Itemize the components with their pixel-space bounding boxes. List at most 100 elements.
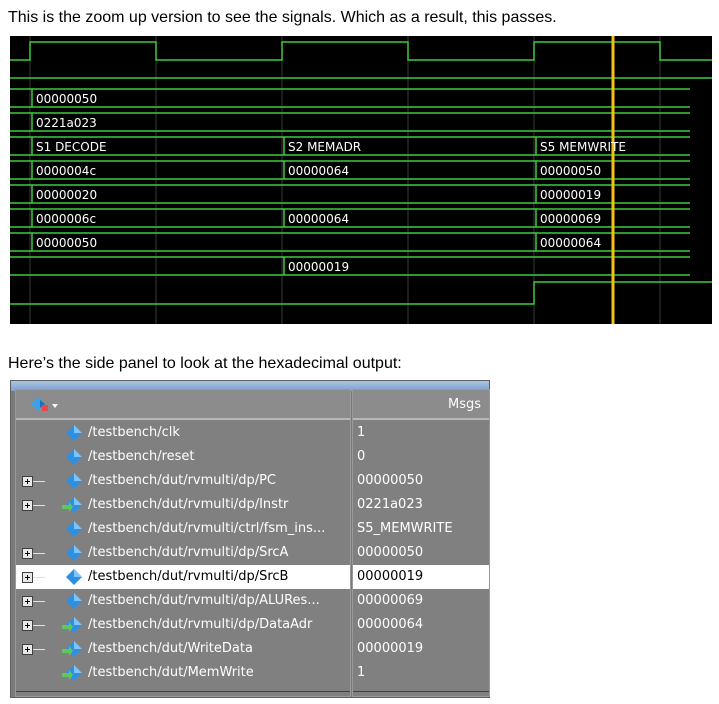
caption-top: This is the zoom up version to see the s… <box>8 9 557 26</box>
signal-value-row[interactable]: 1 <box>353 421 489 445</box>
signal-name: /testbench/dut/rvmulti/dp/PC <box>88 473 277 488</box>
clk-wave <box>10 41 712 61</box>
signal-value-row[interactable]: 00000064 <box>353 613 489 637</box>
signal-panel: /testbench/clk/testbench/reset/testbench… <box>10 380 490 698</box>
panel-divider <box>16 691 350 692</box>
waveform-svg <box>10 36 712 324</box>
bus-transitions <box>31 89 537 275</box>
wave-dataadr-label: 00000050 <box>36 236 98 250</box>
tree-connector <box>33 601 45 602</box>
signal-row[interactable]: /testbench/dut/rvmulti/dp/PC <box>16 469 350 493</box>
tree-connector <box>33 553 45 554</box>
signal-value: 0 <box>357 449 366 464</box>
panel-divider <box>353 691 489 692</box>
input-signal-icon <box>62 497 82 513</box>
signal-value: 0221a023 <box>357 497 423 512</box>
tree-connector <box>33 649 45 650</box>
wave-pc-label: 00000050 <box>36 92 98 106</box>
signal-name: /testbench/reset <box>88 449 195 464</box>
signal-value-row[interactable]: 00000069 <box>353 589 489 613</box>
wave-alu-label: 0000006c <box>36 212 97 226</box>
wave-tool-icon[interactable] <box>30 396 60 412</box>
signal-value-row[interactable]: 1 <box>353 661 489 685</box>
signal-value-row[interactable]: 00000019 <box>353 637 489 661</box>
signal-name: /testbench/clk <box>88 425 180 440</box>
signal-name: /testbench/dut/WriteData <box>88 641 253 656</box>
signal-row[interactable]: /testbench/dut/rvmulti/dp/DataAdr <box>16 613 350 637</box>
tree-connector <box>33 577 45 578</box>
signal-icon <box>66 593 82 609</box>
tree-connector <box>33 481 45 482</box>
signal-icon <box>66 545 82 561</box>
wave-srca-label: 0000004c <box>36 164 97 178</box>
signal-name: /testbench/dut/rvmulti/dp/ALURes... <box>88 593 320 608</box>
expand-icon[interactable] <box>22 644 33 655</box>
signal-row[interactable]: /testbench/dut/MemWrite <box>16 661 350 685</box>
expand-icon[interactable] <box>22 572 33 583</box>
signal-icon <box>66 473 82 489</box>
expand-icon[interactable] <box>22 596 33 607</box>
msgs-header: Msgs <box>447 397 481 412</box>
wave-srcb-label: 00000019 <box>540 188 602 202</box>
signal-name: /testbench/dut/rvmulti/dp/DataAdr <box>88 617 313 632</box>
caption-bottom: Here’s the side panel to look at the hex… <box>8 355 402 372</box>
expand-icon[interactable] <box>22 476 33 487</box>
signal-value-row[interactable]: 0221a023 <box>353 493 489 517</box>
wave-instr-label: 0221a023 <box>36 116 97 130</box>
signal-name: /testbench/dut/rvmulti/dp/SrcB <box>88 569 289 584</box>
memwrite-wave <box>10 281 712 305</box>
expand-icon[interactable] <box>22 620 33 631</box>
names-column-header <box>16 390 350 420</box>
signal-value: 1 <box>357 665 366 680</box>
values-column-header[interactable]: Msgs <box>353 390 489 420</box>
signal-row[interactable]: /testbench/clk <box>16 421 350 445</box>
signal-row[interactable]: /testbench/dut/rvmulti/dp/SrcB <box>16 565 350 589</box>
wave-alu-label: 00000069 <box>540 212 602 226</box>
input-signal-icon <box>62 641 82 657</box>
signal-value: 00000050 <box>357 545 424 560</box>
signal-value-row[interactable]: 00000050 <box>353 541 489 565</box>
signal-value-row[interactable]: 00000050 <box>353 469 489 493</box>
wave-state-label: S1 DECODE <box>36 140 107 154</box>
signal-value: 00000019 <box>357 641 424 656</box>
signal-value: 00000050 <box>357 473 424 488</box>
signal-value-row[interactable]: 00000019 <box>353 565 489 589</box>
signal-values-column: Msgs 1 0 00000050 0221a023 S5_MEMWRITE 000000… <box>352 389 490 697</box>
signal-name: /testbench/dut/rvmulti/dp/Instr <box>88 497 289 512</box>
waveform-view[interactable]: 00000050 0221a023 S1 DECODE S2 MEMADR S5… <box>10 36 712 324</box>
expand-icon[interactable] <box>22 500 33 511</box>
signal-value: 00000019 <box>357 569 424 584</box>
expand-icon[interactable] <box>22 548 33 559</box>
input-signal-icon <box>62 617 82 633</box>
wave-srca-label: 00000050 <box>540 164 602 178</box>
signal-row[interactable]: /testbench/dut/WriteData <box>16 637 350 661</box>
signal-value: 00000069 <box>357 593 424 608</box>
input-signal-icon <box>62 665 82 681</box>
signal-icon <box>66 449 82 465</box>
signal-names-column: /testbench/clk/testbench/reset/testbench… <box>15 389 351 697</box>
wave-writedata-label: 00000019 <box>288 260 350 274</box>
signal-row[interactable]: /testbench/dut/rvmulti/ctrl/fsm_ins... <box>16 517 350 541</box>
signal-name: /testbench/dut/MemWrite <box>88 665 254 680</box>
signal-value: S5_MEMWRITE <box>357 521 453 536</box>
signal-icon <box>66 425 82 441</box>
signal-value: 1 <box>357 425 366 440</box>
tree-connector <box>33 505 45 506</box>
signal-row[interactable]: /testbench/reset <box>16 445 350 469</box>
signal-value-row[interactable]: S5_MEMWRITE <box>353 517 489 541</box>
signal-row[interactable]: /testbench/dut/rvmulti/dp/Instr <box>16 493 350 517</box>
signal-value: 00000064 <box>357 617 424 632</box>
signal-icon <box>66 521 82 537</box>
wave-dataadr-label: 00000064 <box>540 236 602 250</box>
signal-name: /testbench/dut/rvmulti/ctrl/fsm_ins... <box>88 521 326 536</box>
signal-row[interactable]: /testbench/dut/rvmulti/dp/ALURes... <box>16 589 350 613</box>
wave-srca-label: 00000064 <box>288 164 350 178</box>
wave-srcb-label: 00000020 <box>36 188 98 202</box>
wave-state-label: S5 MEMWRITE <box>540 140 627 154</box>
signal-name: /testbench/dut/rvmulti/dp/SrcA <box>88 545 289 560</box>
signal-row[interactable]: /testbench/dut/rvmulti/dp/SrcA <box>16 541 350 565</box>
wave-alu-label: 00000064 <box>288 212 350 226</box>
signal-icon <box>66 569 82 585</box>
wave-state-label: S2 MEMADR <box>288 140 362 154</box>
signal-value-row[interactable]: 0 <box>353 445 489 469</box>
